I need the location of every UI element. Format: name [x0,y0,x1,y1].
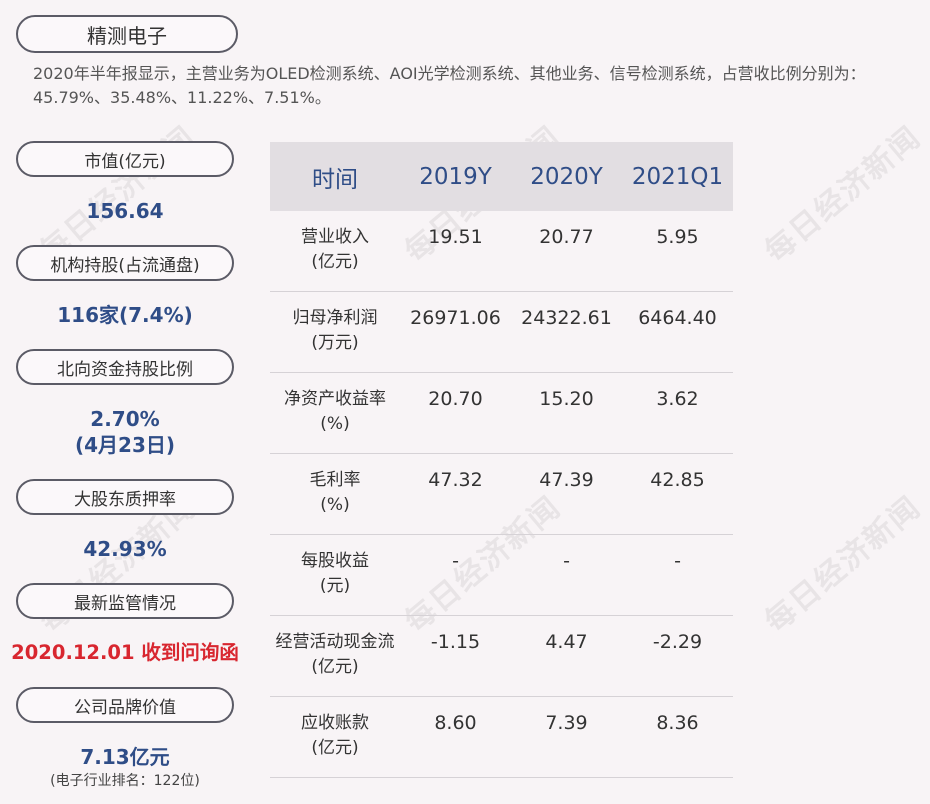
table-header: 时间 2019Y 2020Y 2021Q1 [270,142,733,211]
northbound-label: 北向资金持股比例 [16,349,234,385]
row-label: 每股收益 (元) [301,551,369,596]
header-2021q1: 2021Q1 [631,163,724,190]
regulation-label: 最新监管情况 [16,583,234,619]
cell-value: -2.29 [652,631,703,653]
cell-value: 15.20 [539,388,594,410]
northbound-value: 2.70% [90,407,160,431]
cell-value: 24322.61 [521,307,612,329]
cell-value: -1.15 [430,631,481,653]
header-time: 时间 [312,166,358,193]
table-row: 净资产收益率 (%) 20.70 15.20 3.62 [270,373,733,454]
cell-value: 6464.40 [638,307,717,329]
brand-label: 公司品牌价值 [16,687,234,723]
row-label: 净资产收益率 (%) [284,389,386,434]
row-label: 营业收入 (亿元) [301,227,369,272]
institution-value: 116家(7.4%) [57,303,193,327]
cell-value: 4.47 [545,631,588,653]
watermark: 每日经济新闻 [758,489,929,640]
row-label: 经营活动现金流 (亿元) [275,632,395,677]
table-row: 归母净利润 (万元) 26971.06 24322.61 6464.40 [270,292,733,373]
northbound-date: (4月23日) [74,433,176,457]
brand-value: 7.13亿元 [80,745,170,769]
business-summary: 2020年半年报显示，主营业务为OLED检测系统、AOI光学检测系统、其他业务、… [33,64,866,107]
table-row: 每股收益 (元) - - - [270,535,733,616]
watermark: 每日经济新闻 [758,119,929,270]
pledge-value: 42.93% [83,537,167,561]
cell-value: - [674,550,681,572]
cell-value: 8.36 [656,712,699,734]
cell-value: 19.51 [428,226,483,248]
cell-value: 47.32 [428,469,483,491]
institution-label: 机构持股(占流通盘) [16,245,234,281]
brand-note: (电子行业排名：122位) [50,773,200,789]
cell-value: 3.62 [656,388,699,410]
regulation-value: 2020.12.01 收到问询函 [11,641,239,664]
header-2019: 2019Y [419,163,492,190]
company-title: 精测电子 [16,15,238,53]
table-row: 经营活动现金流 (亿元) -1.15 4.47 -2.29 [270,616,733,697]
cell-value: - [563,550,570,572]
row-label: 应收账款 (亿元) [301,713,369,758]
cell-value: 26971.06 [410,307,501,329]
table-row: 毛利率 (%) 47.32 47.39 42.85 [270,454,733,535]
row-label: 归母净利润 (万元) [292,308,378,353]
cell-value: - [452,550,459,572]
pledge-label: 大股东质押率 [16,479,234,515]
cell-value: 20.77 [539,226,594,248]
table-row: 营业收入 (亿元) 19.51 20.77 5.95 [270,211,733,292]
cell-value: 20.70 [428,388,483,410]
cell-value: 7.39 [545,712,588,734]
row-label: 毛利率 (%) [309,470,361,515]
cell-value: 5.95 [656,226,699,248]
market-value: 156.64 [86,199,164,223]
cell-value: 42.85 [650,469,705,491]
cell-value: 47.39 [539,469,594,491]
header-2020: 2020Y [530,163,603,190]
table-row: 应收账款 (亿元) 8.60 7.39 8.36 [270,697,733,778]
market-value-label: 市值(亿元) [16,141,234,177]
cell-value: 8.60 [434,712,477,734]
